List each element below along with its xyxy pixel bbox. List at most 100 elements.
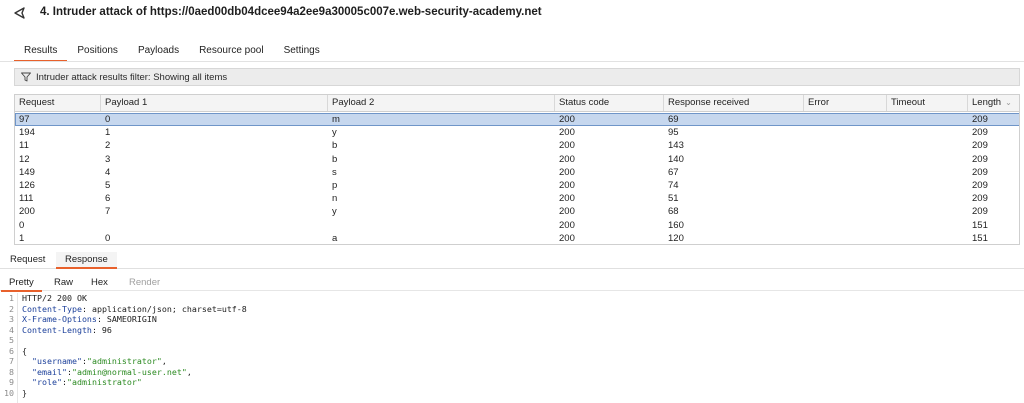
cell-request: 12 — [19, 153, 30, 165]
tab-payloads[interactable]: Payloads — [128, 42, 189, 62]
json-separator: , — [186, 366, 192, 377]
cell-length: 209 — [972, 140, 988, 152]
cell-request: 200 — [19, 206, 35, 218]
cell-payload-1: 0 — [105, 232, 111, 244]
table-row[interactable]: 11 2 b 200 143 209 — [15, 139, 1019, 152]
cell-status-code: 200 — [559, 219, 575, 231]
column-header-error[interactable]: Error — [804, 95, 887, 111]
tab-results[interactable]: Results — [14, 42, 68, 62]
cell-length: 151 — [972, 219, 988, 231]
cell-status-code: 200 — [559, 166, 575, 178]
filter-icon — [21, 72, 31, 82]
tab-resource-pool[interactable]: Resource pool — [189, 42, 273, 62]
cell-error — [804, 166, 887, 179]
window-title-bar: 4. Intruder attack of https://0aed00db04… — [0, 0, 1024, 28]
cell-payload-2: b — [332, 153, 338, 165]
table-row[interactable]: 97 0 m 200 69 209 — [15, 113, 1019, 127]
code-text: "username":"administrator", — [32, 356, 167, 366]
column-header-response-received[interactable]: Response received — [664, 95, 804, 111]
header-value: SAMEORIGIN — [101, 314, 157, 324]
code-text: "role":"administrator" — [32, 377, 142, 387]
cell-payload-1 — [101, 219, 328, 232]
results-filter-bar[interactable]: Intruder attack results filter: Showing … — [14, 68, 1020, 86]
table-row[interactable]: 111 6 n 200 51 209 — [15, 192, 1019, 205]
table-row[interactable]: 126 5 p 200 74 209 — [15, 179, 1019, 192]
plain-text: } — [22, 387, 27, 398]
code-text: Content-Type: application/json; charset=… — [22, 303, 247, 314]
cell-timeout — [887, 205, 968, 218]
cell-length: 209 — [972, 127, 988, 139]
column-header-status-code[interactable]: Status code — [555, 95, 664, 111]
table-row[interactable]: 194 1 y 200 95 209 — [15, 126, 1019, 139]
column-header-length[interactable]: Length ⌄ — [968, 95, 1019, 111]
view-mode-tabs: Pretty Raw Hex Render — [0, 276, 1024, 292]
results-table: Request Payload 1 Payload 2 Status code … — [14, 94, 1020, 245]
cell-response-received: 69 — [668, 114, 679, 125]
header-name: X-Frame-Options — [22, 314, 97, 324]
json-value: "administrator" — [66, 377, 142, 387]
column-header-request[interactable]: Request — [15, 95, 101, 111]
cell-payload-2: p — [332, 179, 338, 191]
cell-timeout — [887, 113, 968, 126]
line-number: 2 — [9, 303, 14, 314]
cell-request: 97 — [19, 114, 30, 125]
cell-status-code: 200 — [559, 140, 575, 152]
tab-positions[interactable]: Positions — [67, 42, 128, 62]
tab-request[interactable]: Request — [1, 252, 54, 269]
cell-response-received: 68 — [668, 206, 679, 218]
code-text: { — [22, 346, 27, 357]
code-text: HTTP/2 200 OK — [22, 293, 87, 304]
line-number: 8 — [9, 366, 14, 377]
cell-payload-1: 6 — [105, 193, 111, 205]
code-line: 6{ — [0, 346, 1024, 357]
column-header-payload-1[interactable]: Payload 1 — [101, 95, 328, 111]
cell-payload-1: 3 — [105, 153, 111, 165]
cell-payload-1: 5 — [105, 179, 111, 191]
table-row[interactable]: 0 200 160 151 — [15, 219, 1019, 232]
cell-payload-2: a — [332, 232, 338, 244]
cell-request: 194 — [19, 127, 35, 139]
cell-length: 209 — [972, 166, 988, 178]
code-line: 10} — [0, 388, 1024, 399]
burp-intruder-icon — [14, 7, 25, 19]
table-row[interactable]: 149 4 s 200 67 209 — [15, 166, 1019, 179]
column-header-payload-2[interactable]: Payload 2 — [328, 95, 555, 111]
cell-response-received: 160 — [668, 219, 684, 231]
line-number: 1 — [9, 293, 14, 303]
code-text: } — [22, 388, 27, 399]
json-separator: , — [161, 356, 167, 366]
code-text: X-Frame-Options: SAMEORIGIN — [22, 314, 157, 324]
code-line: 8 "email":"admin@normal-user.net", — [0, 367, 1024, 378]
tab-raw[interactable]: Raw — [46, 276, 81, 291]
cell-status-code: 200 — [559, 127, 575, 139]
response-editor[interactable]: 1 HTTP/2 200 OK 2 Content-Type: application… — [0, 293, 1024, 403]
table-row[interactable]: 1 0 a 200 120 151 — [15, 232, 1019, 244]
cell-length: 209 — [972, 114, 988, 125]
header-name: Content-Length — [22, 324, 92, 335]
cell-length: 209 — [972, 206, 988, 218]
tab-pretty[interactable]: Pretty — [1, 276, 42, 292]
column-header-timeout[interactable]: Timeout — [887, 95, 968, 111]
code-line: 1 HTTP/2 200 OK — [0, 293, 1024, 304]
cell-timeout — [887, 219, 968, 232]
tab-response[interactable]: Response — [56, 252, 117, 269]
cell-error — [804, 153, 887, 166]
cell-length: 209 — [972, 179, 988, 191]
cell-timeout — [887, 232, 968, 244]
cell-response-received: 74 — [668, 179, 679, 191]
cell-status-code: 200 — [559, 179, 575, 191]
tab-render[interactable]: Render — [121, 276, 168, 291]
table-row[interactable]: 200 7 y 200 68 209 — [15, 205, 1019, 218]
sort-descending-icon: ⌄ — [1005, 98, 1012, 107]
cell-request: 1 — [19, 232, 25, 244]
tab-settings[interactable]: Settings — [274, 42, 330, 62]
cell-timeout — [887, 126, 968, 139]
cell-timeout — [887, 179, 968, 192]
cell-error — [804, 219, 887, 232]
table-row[interactable]: 12 3 b 200 140 209 — [15, 153, 1019, 166]
cell-error — [804, 232, 887, 244]
line-number: 9 — [9, 377, 14, 387]
filter-label: Intruder attack results filter: Showing … — [36, 71, 228, 83]
cell-payload-1: 1 — [105, 127, 111, 139]
tab-hex[interactable]: Hex — [83, 276, 116, 291]
